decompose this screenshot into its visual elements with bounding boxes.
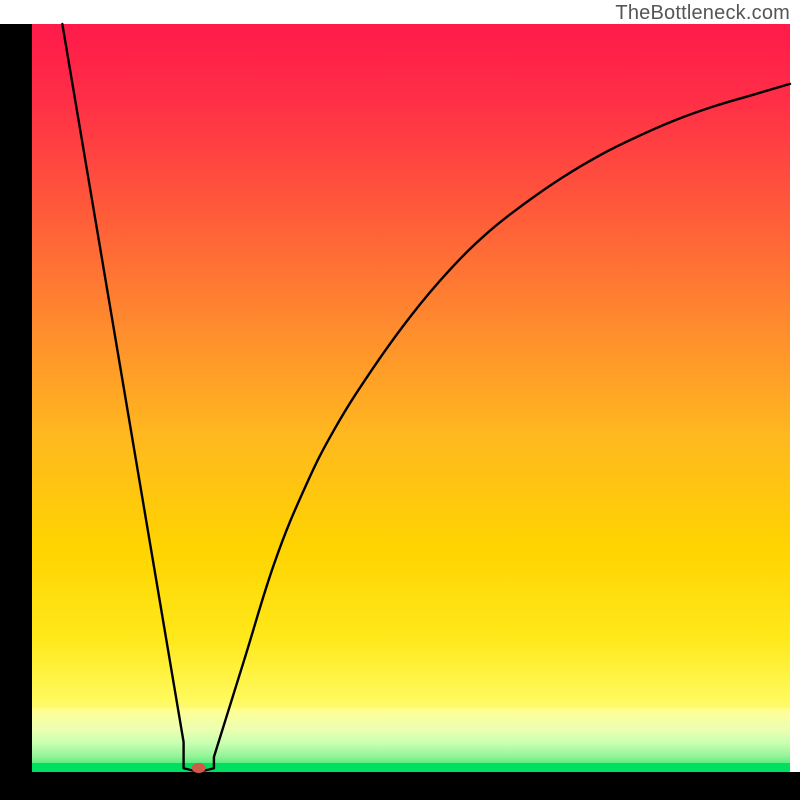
- chart-container: TheBottleneck.com: [0, 0, 800, 800]
- optimal-point-marker: [192, 763, 206, 773]
- y-axis: [0, 24, 32, 800]
- bottleneck-chart: [0, 0, 800, 800]
- x-axis: [0, 772, 800, 800]
- gradient-background: [32, 24, 790, 772]
- green-baseline: [32, 763, 790, 772]
- green-band: [32, 708, 790, 772]
